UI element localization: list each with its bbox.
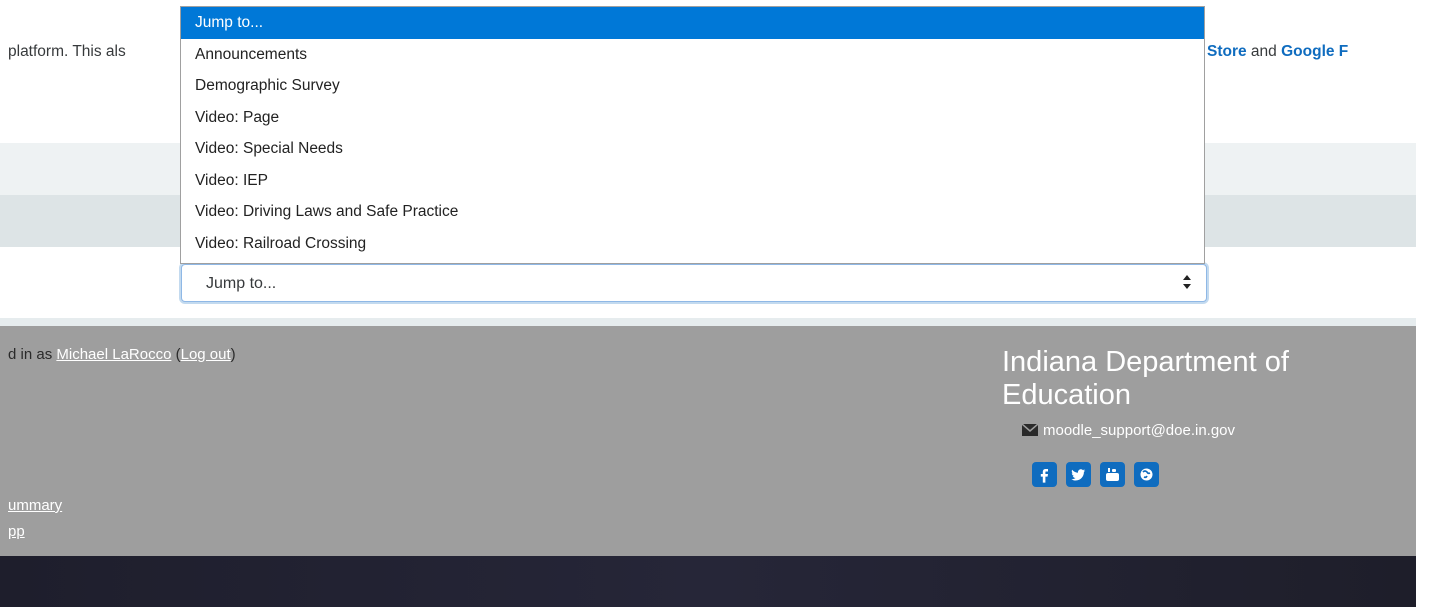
dropdown-option-video-iep[interactable]: Video: IEP (181, 165, 1204, 197)
intro-store-links: Store and Google F (1207, 43, 1348, 61)
data-summary-link[interactable]: ummary (8, 497, 62, 514)
dropdown-option-video-railroad-crossing[interactable]: Video: Railroad Crossing (181, 228, 1204, 260)
footer-top-border (0, 318, 1416, 326)
youtube-icon[interactable] (1100, 462, 1125, 487)
dropdown-option-video-driving-laws[interactable]: Video: Driving Laws and Safe Practice (181, 196, 1204, 228)
support-email-link[interactable]: moodle_support@doe.in.gov (1043, 422, 1235, 439)
logout-link[interactable]: Log out (181, 346, 231, 363)
dropdown-option-video-special-needs[interactable]: Video: Special Needs (181, 133, 1204, 165)
twitter-icon[interactable] (1066, 462, 1091, 487)
jump-to-select[interactable]: Jump to... (181, 264, 1207, 302)
login-paren-close: ) (230, 346, 236, 363)
login-prefix: d in as (8, 346, 57, 363)
bottom-dark-banner (0, 556, 1416, 607)
intro-text: platform. This als (8, 43, 126, 60)
login-info: d in as Michael LaRocco (Log out) (8, 346, 236, 363)
dropdown-option-jump-to[interactable]: Jump to... (181, 7, 1204, 39)
select-arrows-icon (1182, 273, 1192, 292)
user-profile-link[interactable]: Michael LaRocco (56, 346, 171, 363)
facebook-icon[interactable] (1032, 462, 1057, 487)
jump-to-dropdown-list: Jump to... Announcements Demographic Sur… (180, 6, 1205, 264)
organization-name: Indiana Department of Education (1002, 346, 1289, 411)
dropdown-option-video-page[interactable]: Video: Page (181, 102, 1204, 134)
social-links (1032, 462, 1168, 487)
mobile-app-link[interactable]: pp (8, 523, 25, 540)
envelope-icon (1021, 422, 1039, 440)
google-play-link[interactable]: Google F (1281, 43, 1348, 60)
support-email: moodle_support@doe.in.gov (1021, 422, 1235, 440)
app-store-link[interactable]: Store (1207, 43, 1247, 60)
page-right-edge (1416, 0, 1429, 607)
dropdown-option-announcements[interactable]: Announcements (181, 39, 1204, 71)
globe-icon[interactable] (1134, 462, 1159, 487)
intro-and-text: and (1246, 43, 1282, 60)
page-footer: d in as Michael LaRocco (Log out) ummary… (0, 326, 1416, 556)
dropdown-option-demographic-survey[interactable]: Demographic Survey (181, 70, 1204, 102)
jump-to-select-value: Jump to... (206, 275, 277, 292)
login-paren-open: ( (171, 346, 181, 363)
